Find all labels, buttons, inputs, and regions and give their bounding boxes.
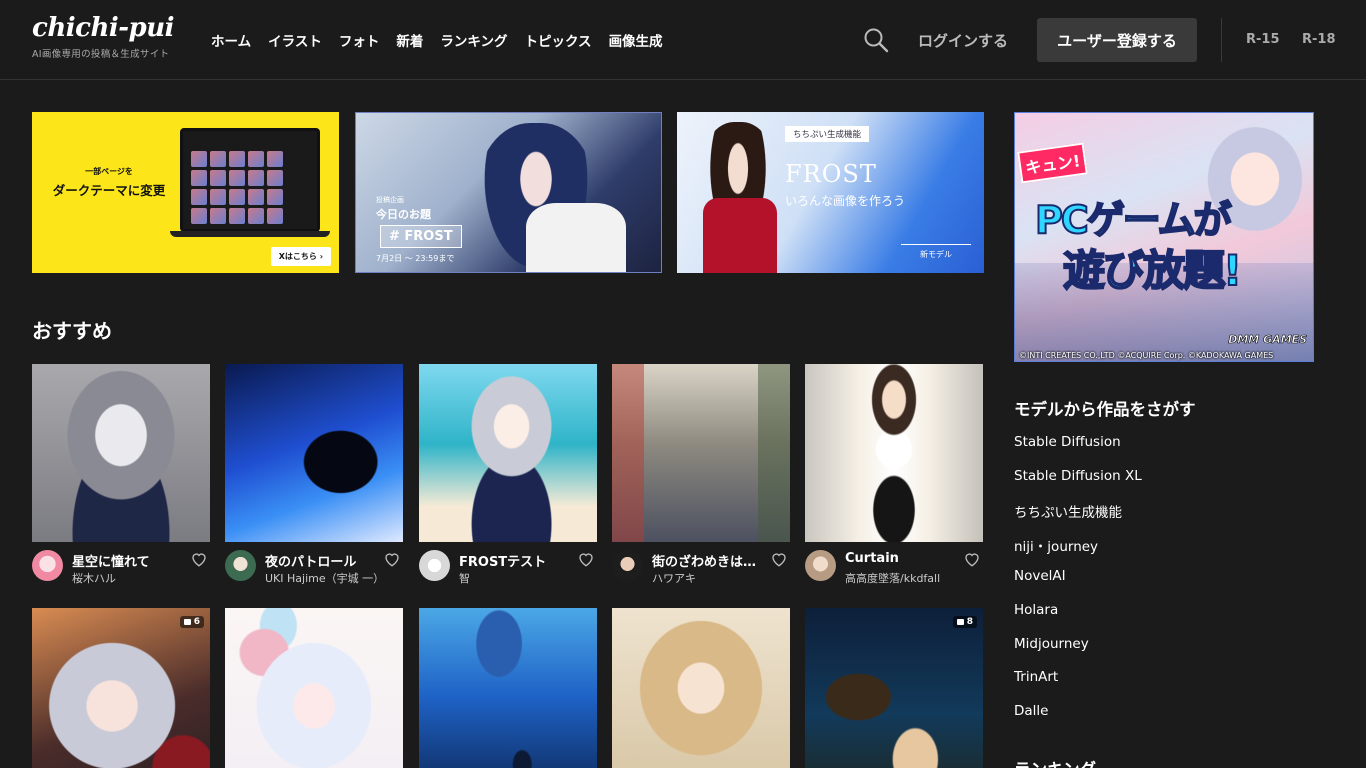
work-thumbnail[interactable]: 6	[32, 608, 210, 768]
banner-topic-small: 投稿企画	[376, 196, 404, 204]
nav-illust[interactable]: イラスト	[268, 30, 322, 50]
logo-text[interactable]: chichi-pui	[32, 12, 174, 44]
avatar[interactable]	[805, 550, 836, 581]
model-link-chichipui[interactable]: ちちぷい生成機能	[1014, 501, 1142, 535]
banner-dark-theme-heading: ダークテーマに変更	[52, 183, 166, 198]
ranking-section-title: ランキング	[1014, 756, 1096, 768]
model-link-midjourney[interactable]: Midjourney	[1014, 636, 1142, 670]
ad-brand-logo: DMM GAMES	[1228, 333, 1307, 347]
heart-icon[interactable]	[963, 550, 981, 568]
banner-daily-topic[interactable]: 投稿企画 今日のお題 # FROST 7月2日 〜 23:59まで	[355, 112, 662, 273]
work-author[interactable]: 高高度墜落/kkdfall	[845, 570, 979, 586]
avatar[interactable]	[32, 550, 63, 581]
heart-icon[interactable]	[770, 550, 788, 568]
work-card: FROSTテスト 智	[419, 364, 597, 595]
model-link-stable-diffusion[interactable]: Stable Diffusion	[1014, 434, 1142, 468]
avatar[interactable]	[225, 550, 256, 581]
work-title[interactable]: 星空に憧れて	[72, 551, 188, 570]
site-header: chichi-pui AI画像専用の投稿＆生成サイト ホーム イラスト フォト …	[0, 0, 1366, 80]
image-count-badge: 6	[179, 616, 204, 628]
banner-model-sub: いろんな画像を作ろう	[785, 194, 906, 208]
work-author[interactable]: UKI Hajime（宇城 一）	[265, 570, 399, 586]
image-count: 8	[966, 617, 973, 627]
work-card: Curtain 高高度墜落/kkdfall	[805, 364, 983, 595]
work-card: 星空に憧れて 桜木ハル	[32, 364, 210, 595]
nav-home[interactable]: ホーム	[211, 30, 251, 50]
models-section-title: モデルから作品をさがす	[1014, 400, 1196, 419]
heart-icon[interactable]	[577, 550, 595, 568]
nav-photo[interactable]: フォト	[339, 30, 380, 50]
work-thumbnail[interactable]	[419, 364, 597, 542]
ad-headline-1: PCゲームが	[1034, 197, 1233, 243]
logo-tagline: AI画像専用の投稿＆生成サイト	[32, 49, 170, 60]
header-divider	[1221, 18, 1222, 62]
work-card	[612, 608, 790, 768]
banner-dark-theme-small: 一部ページを	[85, 167, 133, 176]
logo[interactable]: chichi-pui AI画像専用の投稿＆生成サイト	[32, 12, 174, 60]
work-title[interactable]: Curtain	[845, 551, 961, 566]
work-title[interactable]: 街のざわめきは…	[652, 551, 768, 570]
work-thumbnail[interactable]	[612, 608, 790, 768]
banner-model-title: FROST	[785, 160, 877, 188]
work-card: 夜のパトロール UKI Hajime（宇城 一）	[225, 364, 403, 595]
model-link-novelai[interactable]: NovelAI	[1014, 568, 1142, 602]
main-nav: ホーム イラスト フォト 新着 ランキング トピックス 画像生成	[211, 30, 680, 50]
model-link-stable-diffusion-xl[interactable]: Stable Diffusion XL	[1014, 468, 1142, 502]
work-thumbnail[interactable]	[419, 608, 597, 768]
banner-model-new: 新モデル	[901, 244, 971, 260]
work-thumbnail[interactable]	[612, 364, 790, 542]
banner-model-small: ちちぷい生成機能	[785, 126, 870, 142]
search-icon[interactable]	[863, 27, 889, 53]
work-author[interactable]: ハワアキ	[652, 570, 786, 586]
banner-new-model[interactable]: ちちぷい生成機能 FROST いろんな画像を作ろう 新モデル	[677, 112, 984, 273]
ad-copyright: ©INTI CREATES CO.,LTD ©ACQUIRE Corp. ©KA…	[1019, 351, 1274, 360]
image-count-icon	[183, 619, 191, 625]
login-link[interactable]: ログインする	[918, 30, 1008, 51]
rating-r18-link[interactable]: R-18	[1302, 32, 1336, 47]
register-button[interactable]: ユーザー登録する	[1037, 18, 1197, 62]
heart-icon[interactable]	[190, 550, 208, 568]
work-card: 6	[32, 608, 210, 768]
work-card: 街のざわめきは… ハワアキ	[612, 364, 790, 595]
laptop-illustration	[180, 128, 320, 232]
work-author[interactable]: 桜木ハル	[72, 570, 206, 586]
avatar[interactable]	[419, 550, 450, 581]
model-link-dalle[interactable]: Dalle	[1014, 703, 1142, 737]
ad-kyun-text: キュン!	[1017, 142, 1089, 184]
work-title[interactable]: 夜のパトロール	[265, 551, 381, 570]
banner-dark-theme-text: 一部ページを ダークテーマに変更	[44, 166, 174, 199]
model-list: Stable Diffusion Stable Diffusion XL ちちぷ…	[1014, 434, 1142, 736]
work-author[interactable]: 智	[459, 570, 593, 586]
image-count-icon	[956, 619, 964, 625]
avatar[interactable]	[612, 550, 643, 581]
work-title[interactable]: FROSTテスト	[459, 551, 575, 570]
rating-r15-link[interactable]: R-15	[1246, 32, 1280, 47]
model-link-holara[interactable]: Holara	[1014, 602, 1142, 636]
work-card	[225, 608, 403, 768]
heart-icon[interactable]	[383, 550, 401, 568]
ad-headline-2: 遊び放題!	[1062, 245, 1243, 296]
banner-dark-theme[interactable]: 一部ページを ダークテーマに変更 Xはこちら ›	[32, 112, 339, 273]
work-thumbnail[interactable]	[805, 364, 983, 542]
nav-ranking[interactable]: ランキング	[440, 30, 507, 50]
work-card: 8	[805, 608, 983, 768]
work-thumbnail[interactable]	[225, 364, 403, 542]
work-thumbnail[interactable]: 8	[805, 608, 983, 768]
model-link-niji-journey[interactable]: niji・journey	[1014, 535, 1142, 569]
banner-x-link[interactable]: Xはこちら ›	[270, 247, 331, 266]
work-card	[419, 608, 597, 768]
section-title-recommended: おすすめ	[32, 319, 112, 343]
nav-topics[interactable]: トピックス	[524, 30, 591, 50]
banner-topic-title: 今日のお題	[376, 208, 431, 221]
banner-topic-tag: # FROST	[380, 225, 462, 248]
ad-banner-dmm-games[interactable]: キュン! PCゲームが 遊び放題! DMM GAMES ©INTI CREATE…	[1014, 112, 1314, 362]
model-link-trinart[interactable]: TrinArt	[1014, 669, 1142, 703]
image-count-badge: 8	[952, 616, 977, 628]
image-count: 6	[193, 617, 200, 627]
work-thumbnail[interactable]	[32, 364, 210, 542]
nav-new[interactable]: 新着	[396, 30, 423, 50]
banner-topic-date: 7月2日 〜 23:59まで	[376, 254, 455, 263]
nav-generate[interactable]: 画像生成	[609, 30, 663, 50]
work-thumbnail[interactable]	[225, 608, 403, 768]
